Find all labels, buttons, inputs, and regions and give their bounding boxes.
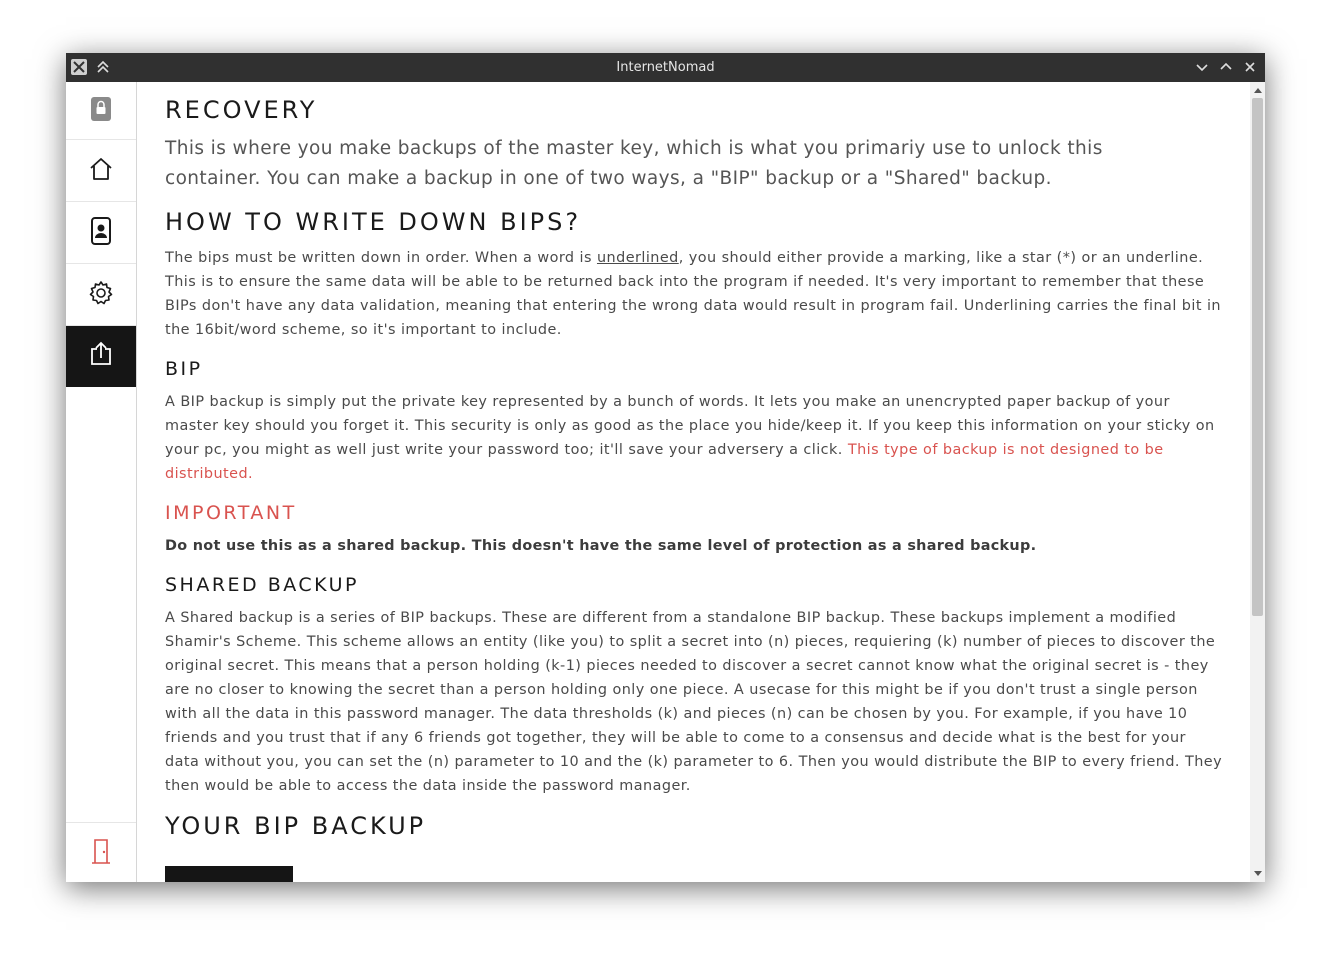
scrollbar-thumb[interactable] [1252, 98, 1263, 616]
sidebar-item-home[interactable] [66, 140, 136, 202]
window-title: InternetNomad [616, 60, 715, 75]
exit-door-icon [91, 838, 111, 868]
gear-icon [88, 280, 114, 310]
bip-description: A BIP backup is simply put the private k… [165, 390, 1225, 486]
bip-backup-button[interactable] [165, 866, 293, 882]
sidebar-item-recovery[interactable] [66, 326, 136, 387]
contacts-icon [90, 216, 112, 249]
upload-icon [89, 341, 113, 371]
important-description: Do not use this as a shared backup. This… [165, 538, 1037, 554]
recovery-heading: RECOVERY [165, 96, 318, 124]
howto-description: The bips must be written down in order. … [165, 246, 1225, 342]
close-button[interactable] [1242, 59, 1258, 75]
sidebar-item-lock[interactable] [66, 82, 136, 140]
your-bip-backup-heading: YOUR BIP BACKUP [165, 812, 427, 840]
maximize-button[interactable] [1218, 59, 1234, 75]
lock-icon [90, 96, 112, 126]
howto-heading: HOW TO WRITE DOWN BIPS? [165, 208, 582, 236]
scroll-up-arrow-icon[interactable] [1250, 84, 1265, 96]
important-heading: IMPORTANT [165, 502, 297, 524]
sidebar-item-contacts[interactable] [66, 202, 136, 264]
shared-backup-heading: SHARED BACKUP [165, 574, 359, 596]
scroll-down-arrow-icon[interactable] [1250, 868, 1265, 880]
howto-text-start: The bips must be written down in order. … [165, 250, 597, 266]
title-bar[interactable]: InternetNomad [66, 53, 1265, 82]
home-icon [88, 156, 114, 186]
sidebar [66, 82, 137, 882]
bip-heading: BIP [165, 358, 203, 380]
main-content: RECOVERY This is where you make backups … [137, 82, 1250, 882]
sidebar-item-settings[interactable] [66, 264, 136, 326]
sidebar-item-exit[interactable] [66, 822, 136, 882]
underlined-example: underlined [596, 250, 679, 266]
vertical-scrollbar[interactable] [1250, 82, 1265, 882]
minimize-button[interactable] [1194, 59, 1210, 75]
app-window: InternetNomad RECOVERY This is where you… [66, 53, 1265, 882]
shared-backup-description: A Shared backup is a series of BIP backu… [165, 610, 1223, 794]
recovery-description: This is where you make backups of the ma… [165, 138, 1103, 189]
